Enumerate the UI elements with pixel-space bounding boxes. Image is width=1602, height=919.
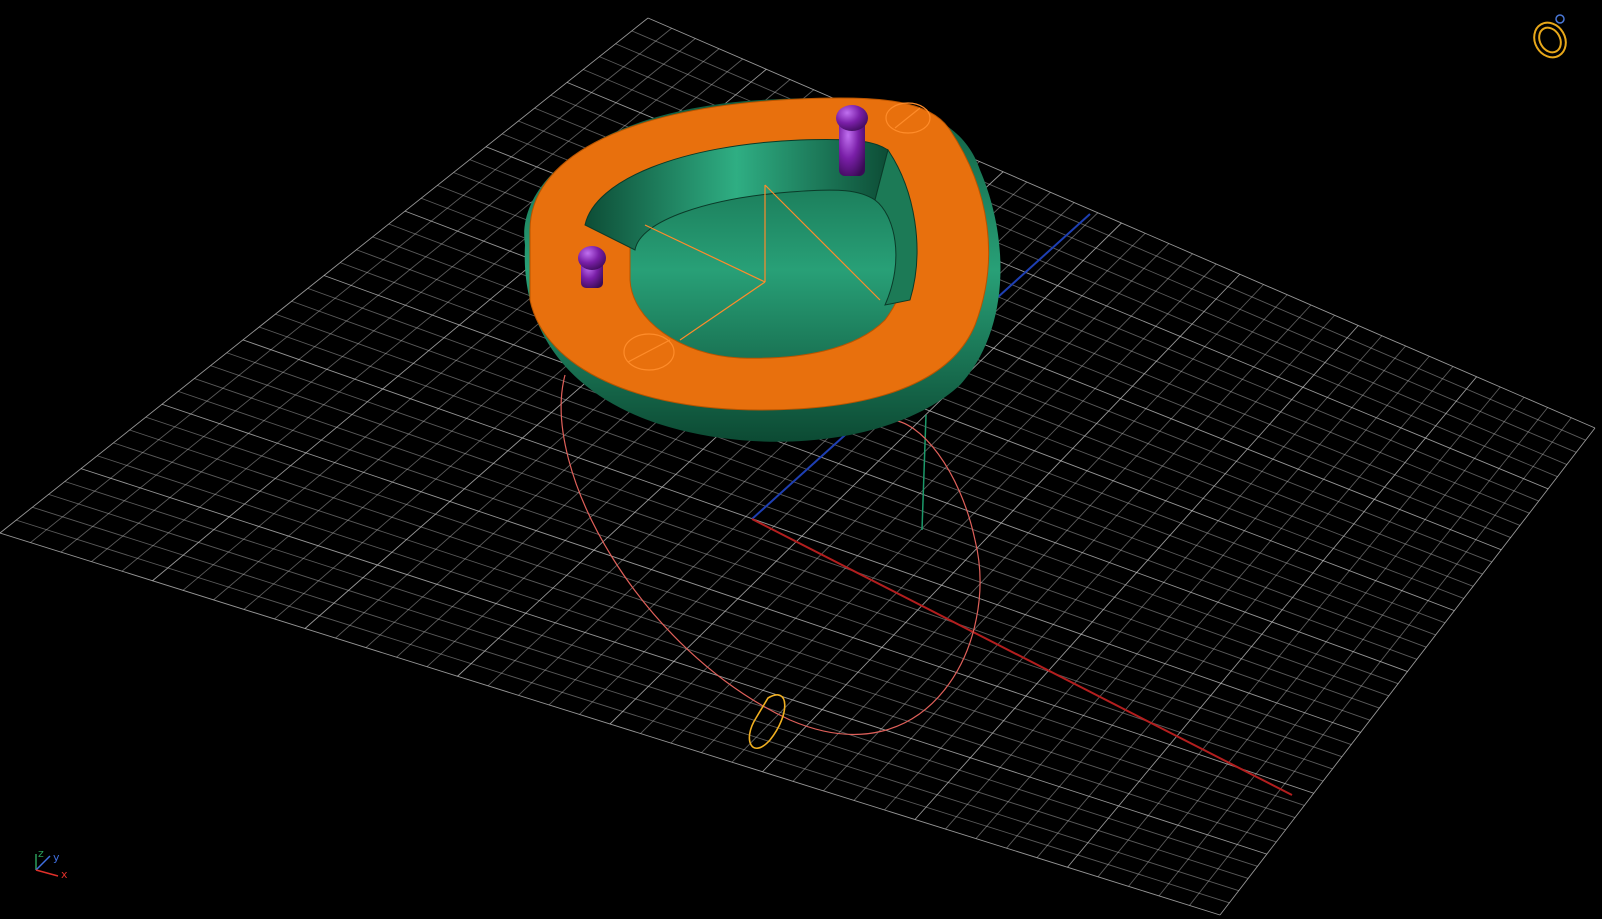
axis-triad: z y x [28,848,88,898]
grid-line [1158,407,1549,897]
grid-line [1189,417,1572,906]
grid-line [48,493,1249,879]
grid-line [80,468,1268,855]
3d-viewport[interactable] [0,0,1602,919]
cross-section-curve [748,694,786,749]
grid-line [1128,396,1525,887]
grid-line [16,519,1230,904]
axis-z-label: z [38,847,44,860]
grid-line [32,506,1239,892]
ring-view-icon[interactable] [1520,10,1580,64]
prong-2[interactable] [578,246,606,288]
axis-y-label: y [53,851,60,864]
axis-x-label: x [61,868,68,881]
grid-line [0,532,1221,916]
prong-1[interactable] [836,105,868,176]
grid-line [64,481,1258,867]
axis-x-line [751,518,1293,796]
